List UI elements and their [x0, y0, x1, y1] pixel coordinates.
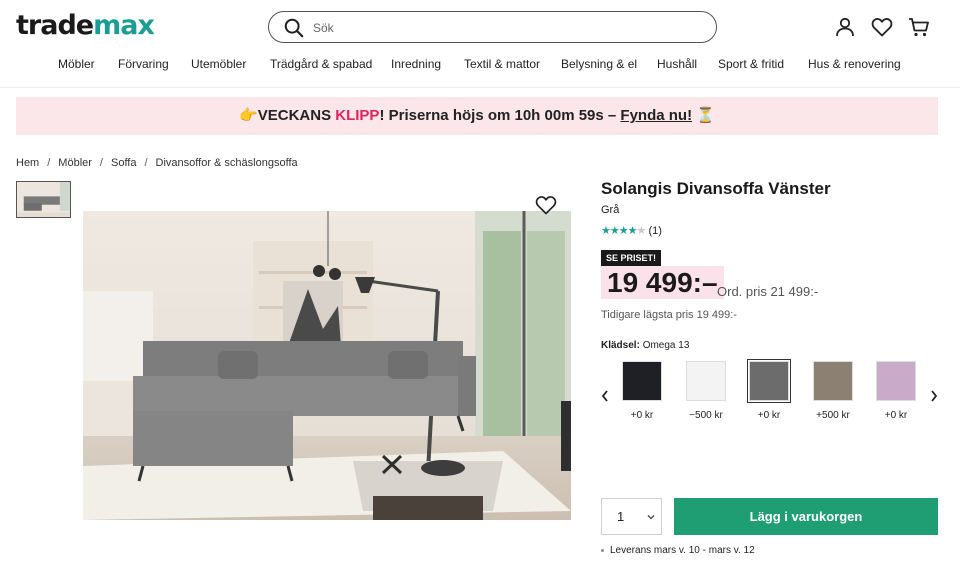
delivery-text: Leverans mars v. 10 - mars v. 12 [610, 545, 755, 556]
site-header: trademax Möbler Förvaring Utemöbler Träd… [0, 0, 960, 88]
rating-stars[interactable]: ★★★★★ (1) [601, 224, 662, 237]
bullet-dot [601, 548, 604, 552]
breadcrumb-separator: / [47, 157, 51, 169]
review-count[interactable]: (1) [648, 225, 661, 237]
breadcrumb-separator: / [99, 157, 103, 169]
quantity-value: 1 [617, 509, 625, 524]
fabric-label: Klädsel: Omega 13 [601, 340, 689, 351]
search-icon[interactable] [283, 17, 305, 39]
breadcrumb-mobler[interactable]: Möbler [58, 157, 92, 169]
swatch-price: −500 kr [689, 410, 723, 421]
breadcrumb-soffa[interactable]: Soffa [111, 157, 137, 169]
promo-banner: 👉VECKANS KLIPP! Priserna höjs om 10h 00m… [16, 97, 938, 135]
breadcrumb-separator: / [144, 157, 148, 169]
product-price: 19 499:– [601, 266, 724, 299]
main-nav: Möbler Förvaring Utemöbler Trädgård & sp… [0, 57, 960, 77]
star-filled-icon: ★ [601, 225, 611, 237]
breadcrumb-home[interactable]: Hem [16, 157, 39, 169]
heart-icon[interactable] [870, 15, 894, 39]
breadcrumb: Hem / Möbler / Soffa / Divansoffor & schäslong… [16, 157, 298, 169]
nav-item-inredning[interactable]: Inredning [391, 57, 441, 71]
nav-item-forvaring[interactable]: Förvaring [118, 57, 169, 71]
search-bar[interactable] [268, 11, 717, 43]
star-filled-icon: ★ [618, 225, 629, 237]
chevron-right-icon[interactable] [929, 388, 939, 404]
swatch-color [749, 361, 789, 401]
promo-countdown-text: ! Priserna höjs om 10h 00m 59s – [379, 107, 621, 124]
star-filled-icon: ★ [627, 225, 638, 237]
logo-text: trade [16, 10, 94, 41]
lowest-price-note: Tidigare lägsta pris 19 499:- [601, 309, 737, 321]
star-filled-icon: ★ [609, 225, 620, 237]
star-empty-icon: ★ [636, 225, 647, 237]
product-title: Solangis Divansoffa Vänster [601, 179, 831, 198]
logo-accent-text: max [93, 10, 155, 41]
favorite-heart-icon[interactable] [533, 193, 559, 217]
fabric-label-key: Klädsel: [601, 340, 640, 351]
ordinary-price: Ord. pris 21 499:- [717, 284, 819, 299]
nav-item-textil[interactable]: Textil & mattor [464, 57, 540, 71]
breadcrumb-divansoffor[interactable]: Divansoffor & schäslongsoffa [156, 157, 298, 169]
swatch-price: +500 kr [816, 410, 850, 421]
nav-item-belysning[interactable]: Belysning & el [561, 57, 637, 71]
account-icon[interactable] [833, 15, 857, 39]
promo-cta-link[interactable]: Fynda nu! [620, 107, 692, 124]
search-input[interactable] [313, 18, 693, 38]
chevron-down-icon [647, 515, 655, 520]
promo-klipp: KLIPP [335, 107, 380, 124]
chevron-left-icon[interactable] [600, 388, 610, 404]
swatch-price: +0 kr [757, 410, 781, 421]
fabric-swatch[interactable] [811, 359, 855, 403]
delivery-info: Leverans mars v. 10 - mars v. 12 [601, 545, 755, 556]
nav-item-sport[interactable]: Sport & fritid [718, 57, 784, 71]
fabric-swatch[interactable] [620, 359, 664, 403]
hourglass-emoji: ⏳ [696, 107, 715, 124]
quantity-select[interactable]: 1 [601, 498, 662, 535]
product-color: Grå [601, 204, 620, 216]
nav-item-tradgard[interactable]: Trädgård & spabad [270, 57, 372, 71]
swatch-color [813, 361, 853, 401]
swatch-price: +0 kr [884, 410, 908, 421]
pointing-hand-emoji: 👉 [239, 107, 258, 124]
star-row: ★★★★★ [601, 225, 648, 237]
swatch-color [876, 361, 916, 401]
add-to-cart-button[interactable]: Lägg i varukorgen [674, 498, 938, 535]
cart-icon[interactable] [907, 15, 931, 39]
nav-item-hushall[interactable]: Hushåll [657, 57, 697, 71]
nav-item-utemobler[interactable]: Utemöbler [191, 57, 246, 71]
fabric-swatch[interactable] [874, 359, 918, 403]
se-priset-badge: SE PRISET! [601, 250, 662, 266]
nav-item-hus[interactable]: Hus & renovering [808, 57, 901, 71]
swatch-color [622, 361, 662, 401]
swatch-color [686, 361, 726, 401]
promo-text-start: VECKANS [257, 107, 336, 124]
trademax-logo[interactable]: trademax [16, 10, 155, 41]
nav-item-mobler[interactable]: Möbler [58, 57, 95, 71]
product-thumbnail[interactable] [16, 181, 71, 218]
product-main-image[interactable] [83, 211, 571, 520]
swatch-price: +0 kr [630, 410, 654, 421]
fabric-label-value: Omega 13 [642, 340, 690, 351]
fabric-swatch[interactable] [684, 359, 728, 403]
fabric-swatch[interactable] [747, 359, 791, 403]
